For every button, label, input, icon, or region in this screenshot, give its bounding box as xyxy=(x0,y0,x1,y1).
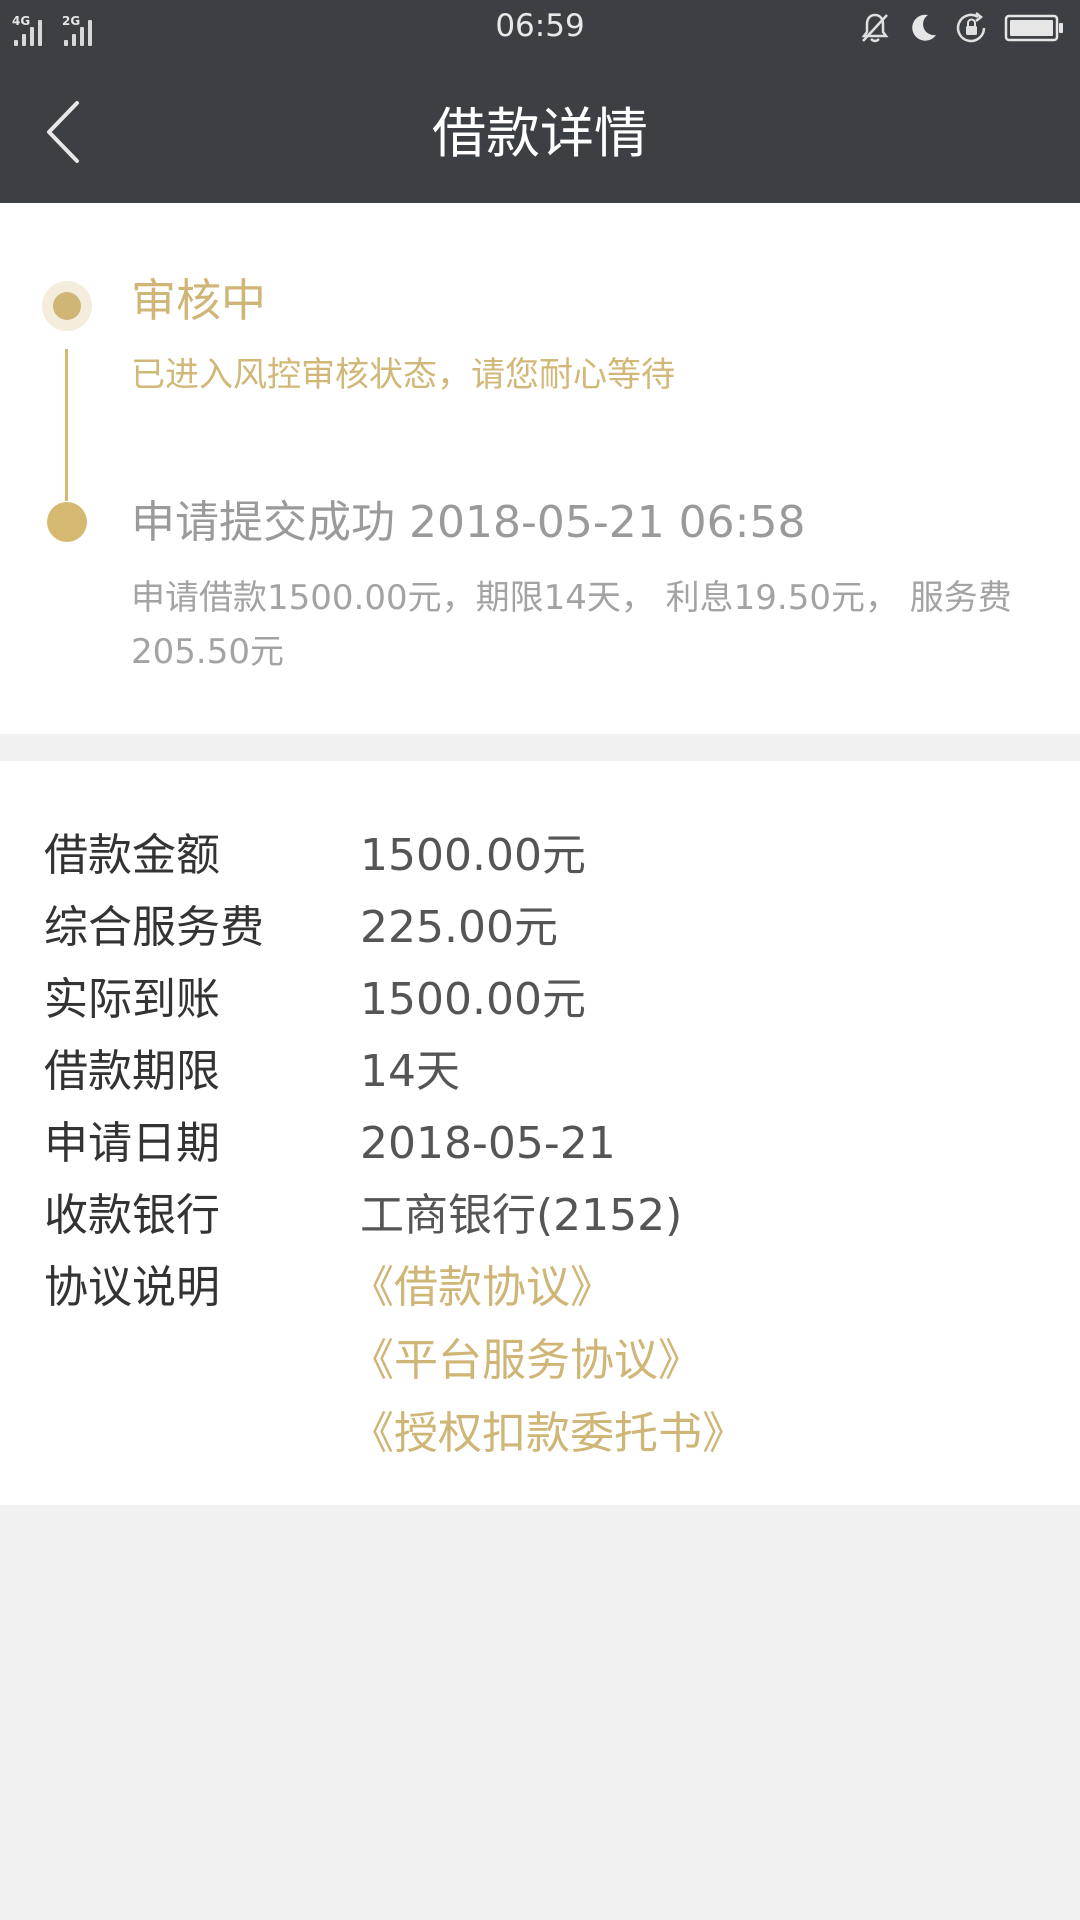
timeline-connector xyxy=(65,349,68,501)
timeline-dot-done xyxy=(47,502,87,542)
app-header: 4G 2G 06:59 借款详情 xyxy=(0,0,1080,203)
battery-icon xyxy=(1004,13,1064,43)
detail-row-bank: 收款银行 工商银行(2152) xyxy=(44,1180,1044,1252)
moon-icon xyxy=(906,11,940,45)
timeline-dot-active xyxy=(42,281,92,331)
detail-label: 借款期限 xyxy=(44,1046,220,1097)
detail-value: 1500.00元 xyxy=(360,830,586,881)
bell-muted-icon xyxy=(858,11,892,45)
rotation-lock-icon xyxy=(954,11,990,45)
step-submitted-desc: 申请借款1500.00元，期限14天， 利息19.50元， 服务费205.50元 xyxy=(131,578,1012,672)
debit-authorization-link[interactable]: 《授权扣款委托书》 xyxy=(350,1398,746,1470)
page-title: 借款详情 xyxy=(432,102,648,165)
timeline-dot-core xyxy=(53,292,81,320)
step-submitted-title: 申请提交成功 2018-05-21 06:58 xyxy=(131,497,806,548)
loan-agreement-link[interactable]: 《借款协议》 xyxy=(350,1252,614,1324)
nav-bar: 借款详情 xyxy=(0,56,1080,203)
detail-label: 收款银行 xyxy=(44,1190,220,1241)
detail-label: 协议说明 xyxy=(44,1262,220,1313)
detail-label: 申请日期 xyxy=(44,1118,220,1169)
detail-label: 借款金额 xyxy=(44,830,220,881)
step-reviewing-desc: 已进入风控审核状态，请您耐心等待 xyxy=(131,355,675,395)
detail-label: 综合服务费 xyxy=(44,902,264,953)
status-bar: 4G 2G 06:59 xyxy=(0,0,1080,56)
detail-value: 2018-05-21 xyxy=(360,1118,616,1169)
status-icons xyxy=(858,10,1064,46)
detail-value: 1500.00元 xyxy=(360,974,586,1025)
loan-status-timeline: 审核中 已进入风控审核状态，请您耐心等待 申请提交成功 2018-05-21 0… xyxy=(0,203,1080,734)
detail-row-loan-amount: 借款金额 1500.00元 xyxy=(44,820,1044,892)
step-reviewing-title: 审核中 xyxy=(131,274,267,327)
detail-value: 225.00元 xyxy=(360,902,558,953)
detail-row-service-fee: 综合服务费 225.00元 xyxy=(44,892,1044,964)
detail-label: 实际到账 xyxy=(44,974,220,1025)
detail-row-received: 实际到账 1500.00元 xyxy=(44,964,1044,1036)
detail-value: 工商银行(2152) xyxy=(360,1190,683,1241)
platform-agreement-link[interactable]: 《平台服务协议》 xyxy=(350,1325,702,1397)
detail-value: 14天 xyxy=(360,1046,460,1097)
loan-details: 借款金额 1500.00元 综合服务费 225.00元 实际到账 1500.00… xyxy=(0,761,1080,1505)
detail-row-apply-date: 申请日期 2018-05-21 xyxy=(44,1108,1044,1180)
detail-row-term: 借款期限 14天 xyxy=(44,1036,1044,1108)
